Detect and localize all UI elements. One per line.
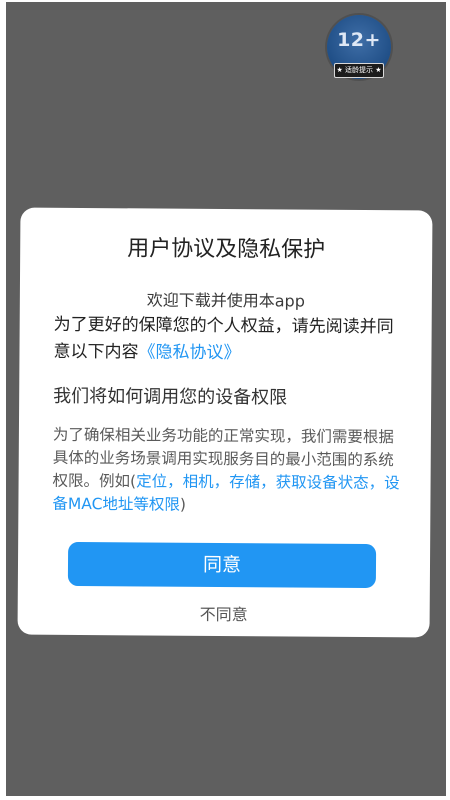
welcome-text: 欢迎下载并使用本app	[146, 290, 305, 311]
intro-paragraph: 为了更好的保障您的个人权益，请先阅读并同意以下内容《隐私协议》	[53, 312, 405, 368]
age-rating-caption: ★ 适龄提示 ★	[334, 63, 384, 78]
permissions-close-paren: )	[179, 495, 187, 514]
disagree-button[interactable]: 不同意	[18, 600, 430, 627]
age-rating-badge: 12+ ★ 适龄提示 ★	[327, 15, 391, 79]
permissions-paragraph: 为了确保相关业务功能的正常实现，我们需要根据具体的业务场景调用实现服务目的最小范…	[52, 424, 409, 518]
age-rating-label: 12+	[337, 29, 381, 51]
permissions-heading: 我们将如何调用您的设备权限	[53, 385, 288, 409]
privacy-policy-link[interactable]: 《隐私协议》	[138, 342, 240, 363]
screen: 12+ ★ 适龄提示 ★ 用户协议及隐私保护 欢迎下载并使用本app 为了更好的…	[0, 0, 450, 800]
dialog-title: 用户协议及隐私保护	[127, 236, 326, 263]
privacy-dialog: 用户协议及隐私保护 欢迎下载并使用本app 为了更好的保障您的个人权益，请先阅读…	[17, 207, 433, 638]
agree-button[interactable]: 同意	[67, 541, 377, 589]
